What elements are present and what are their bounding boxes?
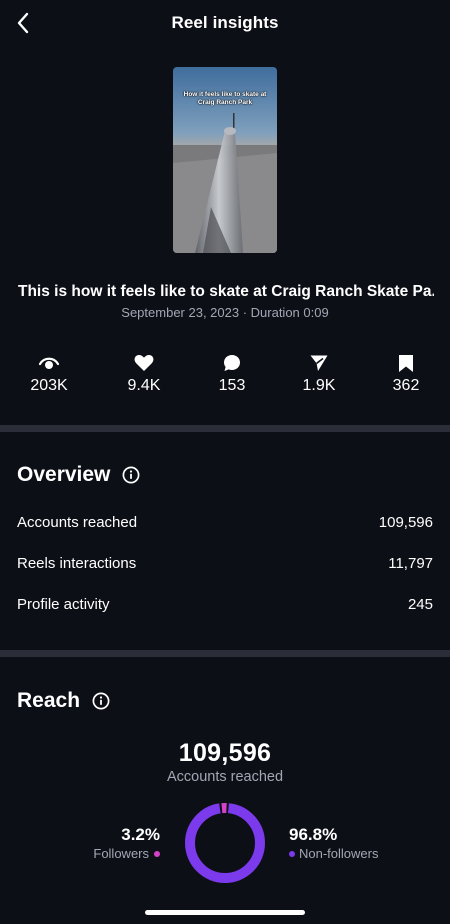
non-followers-dot xyxy=(289,850,295,857)
row-label: Accounts reached xyxy=(17,513,138,531)
reel-thumbnail[interactable]: How it feels like to skate at Craig Ranc… xyxy=(173,67,277,253)
stat-saves[interactable]: 362 xyxy=(366,352,446,395)
stat-value: 153 xyxy=(218,377,246,394)
stat-shares[interactable]: 1.9K xyxy=(279,352,359,395)
thumbnail-caption: How it feels like to skate at Craig Ranc… xyxy=(183,91,267,106)
section-divider xyxy=(0,650,450,657)
overview-row-accounts-reached[interactable]: Accounts reached 109,596 xyxy=(17,510,433,534)
overview-section-title: Overview xyxy=(17,463,140,487)
reel-meta: September 23, 2023 · Duration 0:09 xyxy=(121,305,329,320)
share-icon xyxy=(310,355,328,371)
info-icon[interactable] xyxy=(92,692,110,710)
reach-donut-chart xyxy=(185,803,265,883)
bookmark-icon xyxy=(399,354,413,372)
followers-pct: 3.2% xyxy=(121,825,160,844)
back-button[interactable] xyxy=(10,10,36,36)
stat-value: 203K xyxy=(30,377,68,394)
reach-title: Reach xyxy=(17,689,81,712)
stat-likes[interactable]: 9.4K xyxy=(104,352,184,395)
legend-followers: 3.2% Followers xyxy=(93,825,160,861)
stat-views[interactable]: 203K xyxy=(9,352,89,395)
row-value: 245 xyxy=(407,595,433,613)
heart-icon xyxy=(134,354,154,371)
row-value: 11,797 xyxy=(388,554,433,572)
reach-section-title: Reach xyxy=(17,689,110,713)
row-value: 109,596 xyxy=(378,513,433,531)
stats-row: 203K 9.4K 153 1.9K 362 xyxy=(0,352,450,402)
stat-value: 362 xyxy=(392,377,420,394)
eye-icon xyxy=(38,357,60,369)
info-icon[interactable] xyxy=(122,466,140,484)
comment-icon xyxy=(224,355,240,371)
header: Reel insights xyxy=(0,0,450,46)
row-label: Profile activity xyxy=(17,595,110,613)
overview-row-profile-activity[interactable]: Profile activity 245 xyxy=(17,592,433,616)
followers-dot xyxy=(154,850,160,857)
section-divider xyxy=(0,425,450,432)
reel-title: This is how it feels like to skate at Cr… xyxy=(18,283,434,300)
stat-value: 1.9K xyxy=(302,377,336,394)
stat-value: 9.4K xyxy=(127,377,161,394)
page-title: Reel insights xyxy=(171,13,279,32)
legend-non-followers: 96.8% Non-followers xyxy=(289,825,378,861)
chevron-left-icon xyxy=(17,12,29,34)
overview-title: Overview xyxy=(17,463,111,486)
row-label: Reels interactions xyxy=(17,554,137,572)
home-indicator[interactable] xyxy=(145,910,305,915)
non-followers-pct: 96.8% xyxy=(289,825,338,844)
donut-slice-non-followers xyxy=(185,803,265,883)
reach-total: 109,596 xyxy=(178,739,272,767)
reach-total-label: Accounts reached xyxy=(166,769,284,785)
followers-label: Followers xyxy=(93,846,149,861)
non-followers-label: Non-followers xyxy=(299,846,379,861)
stat-comments[interactable]: 153 xyxy=(192,352,272,395)
overview-row-reels-interactions[interactable]: Reels interactions 11,797 xyxy=(17,551,433,575)
